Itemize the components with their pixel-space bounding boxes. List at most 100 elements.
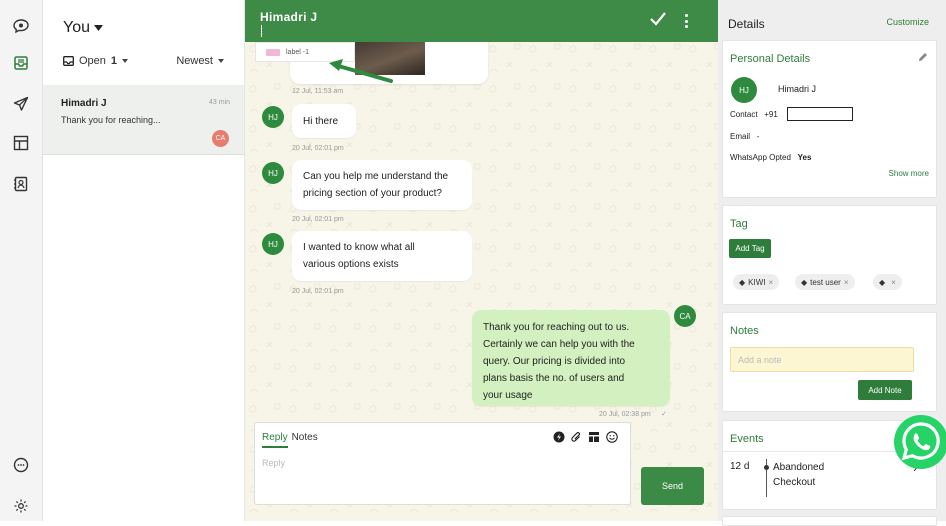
resolve-check-icon[interactable] xyxy=(650,12,666,26)
conversation-item[interactable]: Himadri J 43 min Thank you for reaching.… xyxy=(43,85,244,155)
message-timestamp: 12 Jul, 11:53 am xyxy=(292,88,344,95)
send-icon[interactable] xyxy=(11,94,31,114)
event-item[interactable]: Abandoned Checkout xyxy=(773,460,824,490)
next-card-edge xyxy=(722,516,937,526)
message-line: Thank you for reaching out to us. xyxy=(483,322,630,333)
conversation-list: You Open 1 Newest Himadri J 43 min Thank… xyxy=(43,0,245,521)
tag-chip[interactable]: ◆ KIWI × xyxy=(733,274,780,290)
contact-avatar: HJ xyxy=(731,77,757,103)
event-days: 12 d xyxy=(730,461,750,472)
email-value: - xyxy=(756,132,760,141)
whatsapp-icon[interactable] xyxy=(891,412,946,469)
contact-number-redacted xyxy=(787,107,853,121)
edit-pencil-icon[interactable] xyxy=(918,52,928,62)
conversation-preview: Thank you for reaching... xyxy=(61,115,161,125)
more-options-icon[interactable] xyxy=(684,14,688,28)
message-line: query. Our pricing is divided into xyxy=(483,356,626,367)
tag-chip-label: test user xyxy=(810,277,841,287)
personal-details-title: Personal Details xyxy=(730,53,811,65)
contact-name: Himadri J xyxy=(260,10,318,24)
chat-panel: label -1 Himadri J 12 Jul, 11:53 am HJ H… xyxy=(245,0,718,521)
note-input[interactable]: Add a note xyxy=(730,347,914,372)
message-line: I wanted to know what all xyxy=(303,242,415,253)
events-title: Events xyxy=(730,433,764,445)
label-chip-text: label -1 xyxy=(286,48,309,56)
notes-title: Notes xyxy=(730,325,759,337)
status-filter-count: 1 xyxy=(110,55,118,67)
list-filters: Open 1 Newest xyxy=(63,55,224,67)
template-icon[interactable] xyxy=(588,431,600,443)
message-line: pricing section of your product? xyxy=(303,188,442,199)
caret-down-icon xyxy=(122,59,129,63)
sent-tick-icon: ✓ xyxy=(661,411,667,418)
timeline-dot xyxy=(764,465,769,470)
message-timestamp: 20 Jul, 02:38 pm xyxy=(599,411,651,418)
send-button[interactable]: Send xyxy=(641,467,704,505)
conversation-name: Himadri J xyxy=(61,98,107,109)
composer-tools xyxy=(553,431,618,443)
contacts-icon[interactable] xyxy=(11,174,31,194)
chat-outline-icon[interactable] xyxy=(11,455,31,475)
inbox-tray-icon xyxy=(63,56,74,66)
sort-filter[interactable]: Newest xyxy=(176,55,224,67)
message-line: Certainly we can help you with the xyxy=(483,339,635,350)
contact-full-name: Himadri J xyxy=(778,84,817,94)
owner-dropdown[interactable]: You xyxy=(63,19,103,37)
message-timestamp: 20 Jul, 02:01 pm xyxy=(292,288,344,295)
contact-avatar: HJ xyxy=(262,106,284,128)
tag-chip[interactable]: ◆ × xyxy=(873,274,902,290)
assignee-avatar: CA xyxy=(212,130,229,147)
owner-label: You xyxy=(63,19,90,36)
label-swatch xyxy=(266,48,280,56)
whatsapp-opted-label: WhatsApp Opted xyxy=(730,153,791,162)
attachment-icon[interactable] xyxy=(571,431,582,443)
contact-prefix: +91 xyxy=(764,110,778,119)
remove-tag-icon[interactable]: × xyxy=(891,278,896,287)
message-line: your usage xyxy=(483,390,533,401)
reply-input[interactable]: Reply xyxy=(262,458,285,468)
arrow-annotation xyxy=(329,59,393,83)
customize-link[interactable]: Customize xyxy=(886,17,929,27)
details-title: Details xyxy=(728,17,765,31)
tag-card: Tag Add Tag ◆ KIWI × ◆ test user × ◆ × xyxy=(722,205,937,305)
message-line: plans basis the no. of users and xyxy=(483,373,625,384)
message-bubble: I wanted to know what all various option… xyxy=(292,231,472,281)
agent-avatar: CA xyxy=(674,305,696,327)
message-bubble: Can you help me understand the pricing s… xyxy=(292,160,472,210)
tab-reply[interactable]: Reply xyxy=(262,432,288,448)
contact-label: Contact xyxy=(730,110,758,119)
event-line: Abandoned xyxy=(773,462,825,473)
remove-tag-icon[interactable]: × xyxy=(769,278,774,287)
message-text: Hi there xyxy=(303,116,339,127)
emoji-icon[interactable] xyxy=(606,431,618,443)
conversation-time: 43 min xyxy=(208,99,230,106)
chat-bubble-icon[interactable] xyxy=(11,16,31,36)
status-filter[interactable]: Open 1 xyxy=(63,55,129,67)
status-filter-label: Open xyxy=(79,55,106,67)
tab-notes[interactable]: Notes xyxy=(292,432,318,448)
add-tag-button[interactable]: Add Tag xyxy=(729,239,771,258)
sort-label: Newest xyxy=(176,55,213,67)
message-line: Can you help me understand the xyxy=(303,171,449,182)
show-more-link[interactable]: Show more xyxy=(889,169,929,178)
add-note-button[interactable]: Add Note xyxy=(858,380,912,400)
whatsapp-opted-value: Yes xyxy=(797,153,812,162)
contact-row: Contact +91 xyxy=(730,110,778,119)
event-line: Checkout xyxy=(773,477,816,488)
reply-composer: Reply Notes Reply xyxy=(254,422,631,505)
contact-avatar: HJ xyxy=(262,233,284,255)
notes-card: Notes Add a note Add Note xyxy=(722,312,937,412)
remove-tag-icon[interactable]: × xyxy=(844,278,849,287)
tag-chip[interactable]: ◆ test user × xyxy=(795,274,855,290)
inbox-icon[interactable] xyxy=(11,53,31,73)
whatsapp-opted-row: WhatsApp Opted Yes xyxy=(730,153,811,162)
personal-details-card: Personal Details HJ Himadri J Contact +9… xyxy=(722,40,937,198)
chat-header: Himadri J xyxy=(245,0,718,42)
settings-icon[interactable] xyxy=(11,496,31,516)
message-bubble: Hi there xyxy=(292,104,356,138)
quick-reply-icon[interactable] xyxy=(553,431,565,443)
email-label: Email xyxy=(730,132,751,141)
layout-icon[interactable] xyxy=(11,133,31,153)
nav-rail xyxy=(0,0,43,521)
contact-avatar: HJ xyxy=(262,162,284,184)
